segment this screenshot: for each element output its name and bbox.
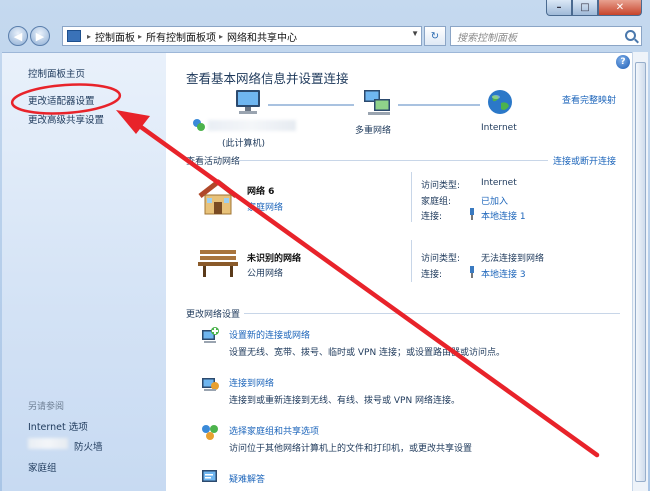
annotation-arrow-shaft: [131, 119, 600, 458]
annotation-ellipse: [10, 83, 122, 115]
annotation-overlay: [10, 83, 600, 458]
